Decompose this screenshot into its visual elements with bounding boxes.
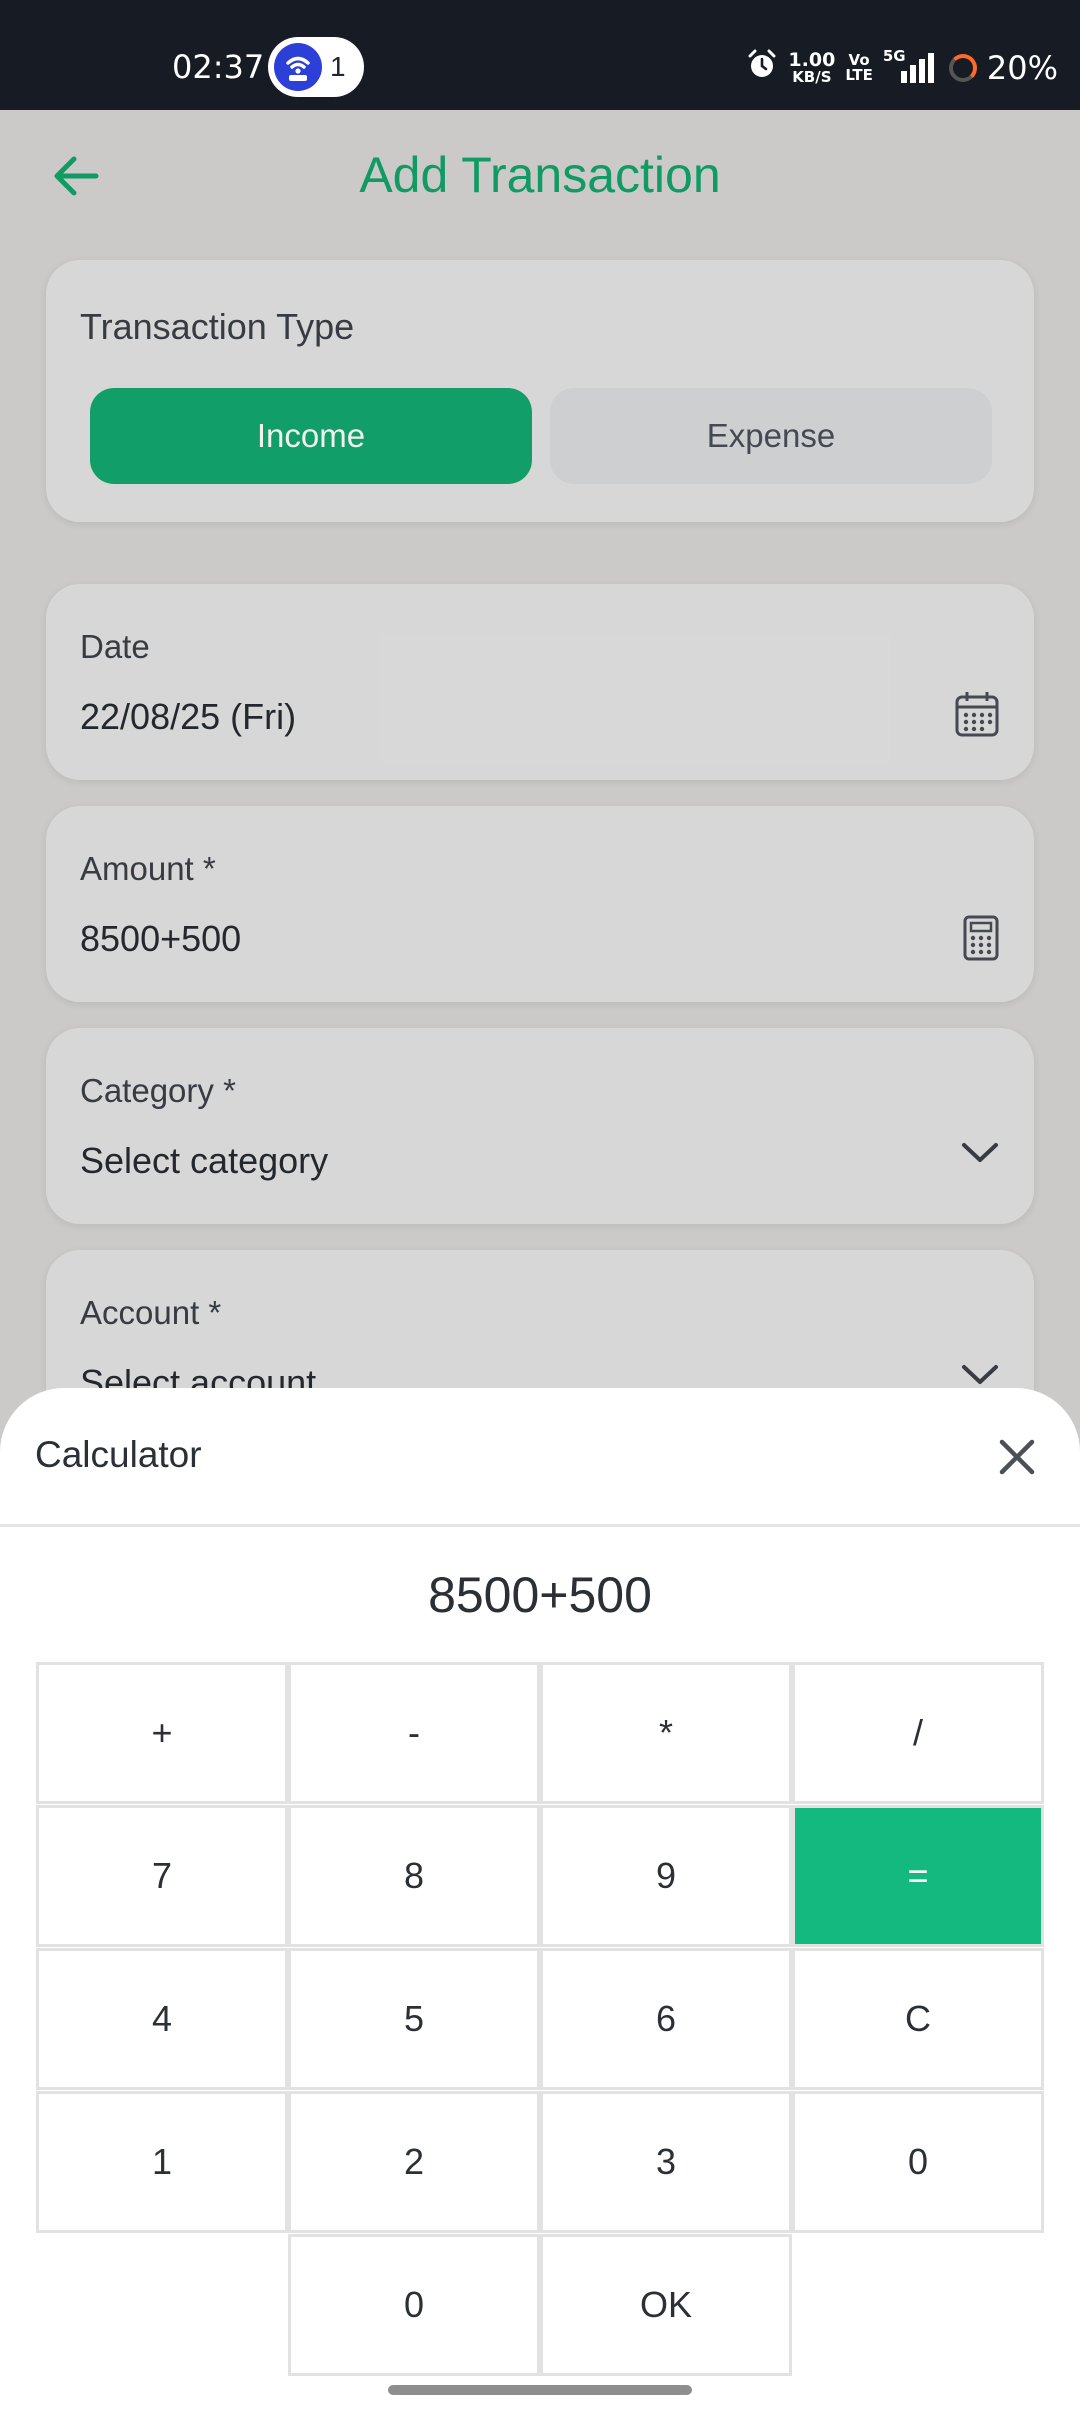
key-equals[interactable]: =	[792, 1805, 1044, 1947]
category-value: Select category	[80, 1140, 329, 1181]
net-speed: 1.00 KB/S	[788, 51, 835, 85]
signal-icon: 5G	[883, 47, 939, 85]
divider	[0, 1524, 1080, 1527]
key-9[interactable]: 9	[540, 1805, 792, 1947]
status-time: 02:37	[172, 48, 265, 86]
home-indicator[interactable]	[388, 2385, 692, 2395]
key-0[interactable]: 0	[288, 2234, 540, 2376]
key-multiply[interactable]: *	[540, 1662, 792, 1804]
close-icon	[999, 1439, 1035, 1475]
transaction-type-label: Transaction Type	[80, 306, 355, 347]
transaction-type-card: Transaction Type Income Expense	[46, 260, 1034, 522]
status-bar: 02:37 1 1.00 KB/S Vo LTE 5G 20%	[0, 0, 1080, 110]
key-4[interactable]: 4	[36, 1948, 288, 2090]
key-0[interactable]: 0	[792, 2091, 1044, 2233]
volte-indicator: Vo LTE	[845, 53, 873, 83]
key-6[interactable]: 6	[540, 1948, 792, 2090]
key-clear[interactable]: C	[792, 1948, 1044, 2090]
amount-value: 8500+500	[80, 918, 242, 959]
calculator-title: Calculator	[35, 1434, 202, 1475]
amount-label: Amount *	[80, 850, 216, 887]
income-button[interactable]: Income	[90, 388, 532, 484]
key-divide[interactable]: /	[792, 1662, 1044, 1804]
battery-icon	[948, 54, 977, 82]
calculator-sheet: Calculator 8500+500 + - * / 7 8 9 = 4 5 …	[0, 1388, 1080, 2412]
key-plus[interactable]: +	[36, 1662, 288, 1804]
key-3[interactable]: 3	[540, 2091, 792, 2233]
chevron-down-icon	[960, 1140, 1000, 1171]
net-speed-unit: KB/S	[792, 68, 832, 86]
status-indicators: 1.00 KB/S Vo LTE 5G 20%	[746, 47, 1058, 88]
calendar-icon[interactable]	[954, 690, 1000, 743]
volte-bottom: LTE	[845, 66, 873, 84]
close-button[interactable]	[992, 1432, 1042, 1482]
calculator-icon[interactable]	[962, 914, 1000, 967]
key-5[interactable]: 5	[288, 1948, 540, 2090]
date-label: Date	[80, 628, 150, 665]
key-1[interactable]: 1	[36, 2091, 288, 2233]
amount-field[interactable]: Amount * 8500+500	[46, 806, 1034, 1002]
alarm-icon	[746, 48, 778, 88]
key-ok[interactable]: OK	[540, 2234, 792, 2376]
page-title: Add Transaction	[359, 147, 721, 203]
category-select[interactable]: Category * Select category	[46, 1028, 1034, 1224]
battery-level: 20%	[986, 49, 1058, 87]
date-field[interactable]: Date 22/08/25 (Fri)	[46, 584, 1034, 780]
category-label: Category *	[80, 1072, 236, 1109]
account-label: Account *	[80, 1294, 222, 1331]
date-value: 22/08/25 (Fri)	[80, 696, 297, 737]
key-7[interactable]: 7	[36, 1805, 288, 1947]
key-8[interactable]: 8	[288, 1805, 540, 1947]
calculator-display: 8500+500	[428, 1567, 652, 1623]
key-minus[interactable]: -	[288, 1662, 540, 1804]
notification-pill[interactable]: 1	[268, 37, 364, 97]
hotspot-icon	[274, 43, 322, 91]
key-2[interactable]: 2	[288, 2091, 540, 2233]
expense-button[interactable]: Expense	[550, 388, 992, 484]
notification-count: 1	[330, 51, 346, 82]
